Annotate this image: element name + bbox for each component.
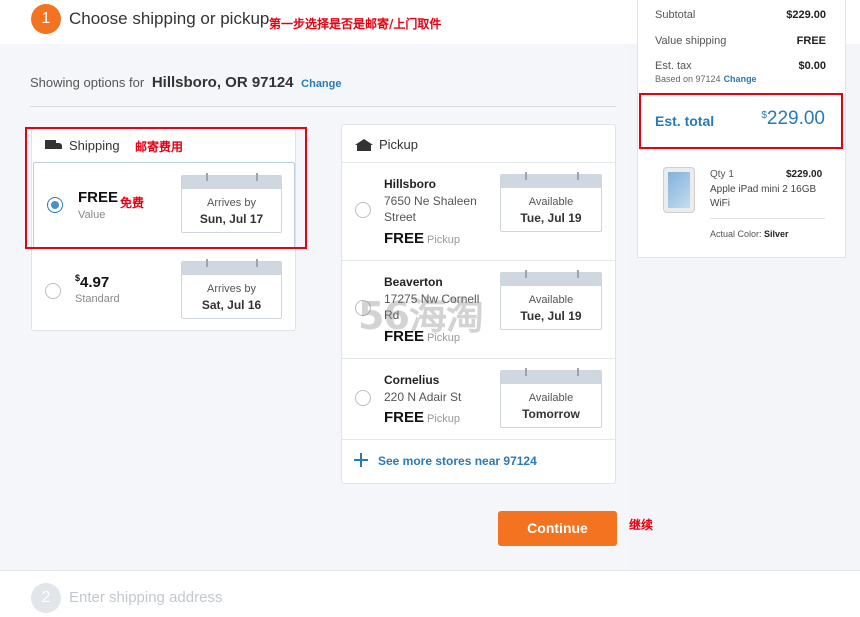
arrival-date: Sat, Jul 16 [201,298,262,312]
radio-store-cornelius[interactable] [355,390,371,406]
est-total-label: Est. total [655,113,715,129]
pickup-header: Pickup [355,137,418,152]
availability-label: Available [528,196,574,208]
radio-standard-shipping[interactable] [45,283,61,299]
item-name[interactable]: Apple iPad mini 2 16GB WiFi [710,183,825,211]
option-price: $4.97 [75,273,110,291]
arrival-label: Arrives by [207,283,256,295]
tax-note: Based on 97124 Change [655,74,757,84]
subtotal-label: Subtotal [655,9,696,21]
pickup-title: Pickup [379,137,419,152]
store-address: 220 N Adair St [384,390,462,404]
shipping-label: Value shipping [655,35,727,47]
availability-calendar: Available Tomorrow [500,368,602,428]
shipping-option-standard[interactable]: $4.97 Standard Arrives by Sat, Jul 16 [32,250,295,330]
see-more-stores-link[interactable]: See more stores near 97124 [342,439,615,483]
availability-label: Available [528,294,574,306]
annotation-continue: 继续 [629,518,654,532]
arrival-calendar: Arrives by Sat, Jul 16 [181,259,282,319]
item-divider [710,218,825,219]
tax-value: $0.00 [798,60,826,72]
watermark: 56海淘 [358,294,484,338]
annotation-step1: 第一步选择是否是邮寄/上门取件 [269,17,442,31]
step-2-badge: 2 [31,583,61,613]
availability-date: Tomorrow [522,407,580,421]
continue-button[interactable]: Continue [498,511,617,546]
annotation-shipping: 邮寄费用 [135,140,184,154]
item-qty: Qty 1 [710,169,734,180]
plus-icon [354,453,368,467]
subtotal-value: $229.00 [786,9,826,21]
est-total-box: Est. total $229.00 [639,93,843,149]
store-price: FREE Pickup [384,230,461,247]
step-2-title[interactable]: Enter shipping address [69,589,222,606]
location-line: Showing options for Hillsboro, OR 97124 … [30,74,342,91]
step-1-badge: 1 [31,4,61,34]
step-1-title: Choose shipping or pickup [69,9,270,28]
pickup-store-hillsboro[interactable]: Hillsboro 7650 Ne Shaleen Street FREE Pic… [342,162,615,260]
tax-label: Est. tax [655,60,692,72]
est-total-value: $229.00 [761,108,825,129]
radio-store-hillsboro[interactable] [355,202,371,218]
store-address: 7650 Ne Shaleen Street [384,194,477,224]
store-name: Cornelius [384,373,440,387]
availability-label: Available [528,392,574,404]
store-name: Hillsboro [384,177,437,191]
location-prefix: Showing options for [30,75,145,90]
tax-change-link[interactable]: Change [724,74,757,84]
product-image [663,167,695,213]
availability-date: Tue, Jul 19 [520,211,582,225]
change-location-link[interactable]: Change [301,78,341,90]
availability-calendar: Available Tue, Jul 19 [500,172,602,232]
divider [30,106,616,107]
shipping-value: FREE [796,35,826,47]
store-icon [355,138,373,151]
annotation-free: 免费 [120,196,145,210]
location-value: Hillsboro, OR 97124 [151,74,294,91]
pickup-store-cornelius[interactable]: Cornelius 220 N Adair St FREE Pickup Avai… [342,358,615,439]
shipping-row: Value shipping FREE [655,35,826,47]
store-price: FREE Pickup [384,409,461,426]
availability-date: Tue, Jul 19 [520,309,582,323]
item-color: Actual Color: Silver [710,229,789,239]
item-price: $229.00 [786,169,823,180]
see-more-stores-label: See more stores near 97124 [378,454,537,468]
subtotal-row: Subtotal $229.00 [655,9,826,21]
option-speed: Standard [75,293,120,305]
availability-calendar: Available Tue, Jul 19 [500,270,602,330]
tax-row: Est. tax $0.00 [655,60,826,72]
